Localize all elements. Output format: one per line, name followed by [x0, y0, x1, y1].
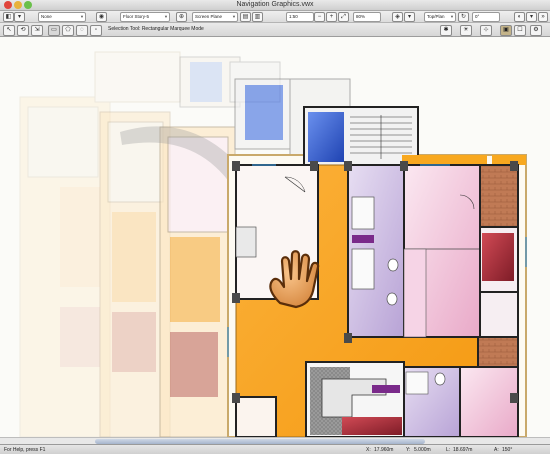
auto-highlight-icon[interactable]: ▣ — [500, 25, 512, 36]
rectangular-marquee-icon[interactable]: ▭ — [48, 25, 60, 36]
interactive-scale-icon[interactable]: ⇲ — [31, 25, 43, 36]
zoom-out-icon[interactable]: − — [314, 12, 325, 22]
main-floor-plan — [227, 106, 527, 437]
render-mode-icon[interactable]: ◈ — [392, 12, 403, 22]
class-options-icon[interactable]: ▾ — [14, 12, 25, 22]
layer-scale-icon[interactable]: ▤ — [240, 12, 251, 22]
length-value: 18.697m — [453, 447, 473, 453]
projection-icon[interactable]: ▾ — [404, 12, 415, 22]
zoom-in-icon[interactable]: + — [326, 12, 337, 22]
view-bar: ◧ ▾ None ▼ ◉ Floor Story-5 ▼ ⊕ Screen Plan… — [0, 11, 550, 23]
toolbar-more-icon[interactable]: » — [538, 12, 548, 22]
angle-label: A: — [494, 447, 499, 453]
lasso-marquee-icon[interactable]: ◌ — [76, 25, 88, 36]
plane-mode-icon[interactable]: ⊕ — [176, 12, 187, 22]
layer-list-icon[interactable]: ▾ — [526, 12, 537, 22]
drawing-canvas[interactable] — [0, 37, 550, 437]
help-hint: For Help, press F1 — [4, 447, 46, 453]
x-coordinate-label: X: — [366, 447, 371, 453]
plan-rotation-field[interactable]: 0° — [472, 12, 500, 22]
y-coordinate-label: Y: — [406, 447, 411, 453]
app-window: Navigation Graphics.vwx ◧ ▾ None ▼ ◉ Floo… — [0, 0, 550, 454]
standard-view-select[interactable]: Top/Plan ▼ — [424, 12, 456, 22]
x-coordinate-value: 17.960m — [374, 447, 394, 453]
angle-value: 150° — [502, 447, 513, 453]
selection-highlight-icon[interactable]: ☐ — [514, 25, 526, 36]
rotate-mode-icon[interactable]: ⟲ — [17, 25, 29, 36]
tool-mode-label: Selection Tool: Rectangular Marquee Mode — [108, 26, 204, 32]
constraint-icon[interactable]: ☀ — [460, 25, 472, 36]
polygon-marquee-icon[interactable]: ⬠ — [62, 25, 74, 36]
active-class-select[interactable]: None ▼ — [38, 12, 86, 22]
y-coordinate-value: 5.000m — [414, 447, 431, 453]
window-title: Navigation Graphics.vwx — [236, 1, 314, 8]
selection-mode-icon[interactable]: ↖ — [3, 25, 15, 36]
unified-view-icon[interactable]: ▥ — [252, 12, 263, 22]
active-layer-select[interactable]: Floor Story-5 ▼ — [120, 12, 170, 22]
layer-scale-select[interactable]: 1:50 — [286, 12, 314, 22]
fit-to-window-icon[interactable]: ⤢ — [338, 12, 349, 22]
active-class-icon[interactable]: ◧ — [3, 12, 14, 22]
status-bar: For Help, press F1 X: 17.960m Y: 5.000m … — [0, 444, 550, 454]
view-options-icon[interactable]: ◐ — [514, 12, 525, 22]
length-label: L: — [446, 447, 451, 453]
floor-plan-drawing — [19, 51, 527, 437]
title-bar: Navigation Graphics.vwx — [0, 0, 550, 11]
zoom-level-select[interactable]: 80% — [353, 12, 381, 22]
snap-options-icon[interactable]: ✱ — [440, 25, 452, 36]
single-object-icon[interactable]: ▫ — [90, 25, 102, 36]
preferences-icon[interactable]: ⚙ — [530, 25, 542, 36]
mode-bar: ↖ ⟲ ⇲ ▭ ⬠ ◌ ▫ ✱ ☀ ⊹ ▣ ☐ ⚙ — [0, 23, 550, 37]
layer-options-icon[interactable]: ◉ — [96, 12, 107, 22]
smart-cursor-icon[interactable]: ⊹ — [480, 25, 492, 36]
rotate-plan-icon[interactable]: ↻ — [458, 12, 469, 22]
active-plane-select[interactable]: Screen Plane ▼ — [192, 12, 238, 22]
